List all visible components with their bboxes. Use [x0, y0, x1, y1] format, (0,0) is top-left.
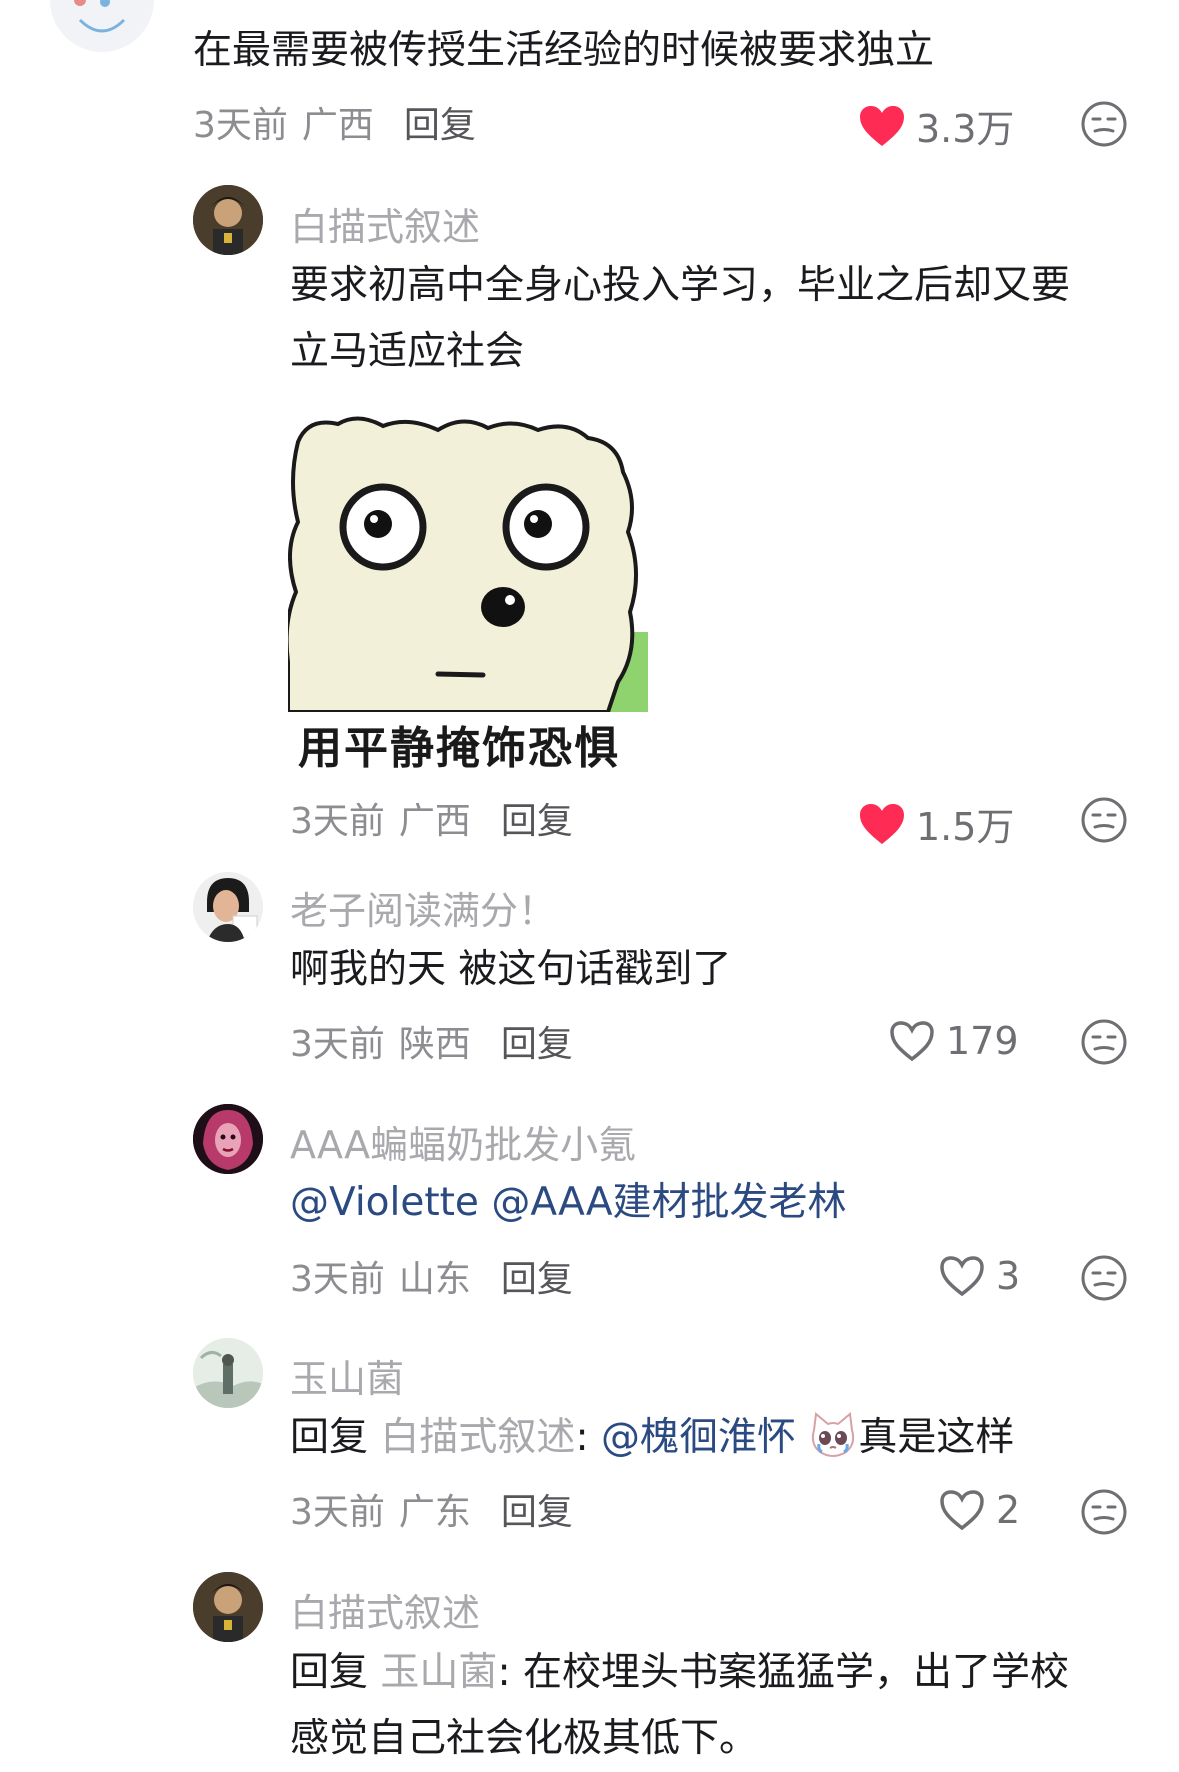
reply-button[interactable]: 回复	[501, 1259, 573, 1300]
comment-text-after: 真是这样	[858, 1415, 1015, 1460]
comment-text: 感觉自己社会化极其低下。	[290, 1716, 759, 1761]
comment-text: 啊我的天 被这句话戳到了	[290, 947, 732, 992]
dislike-face-icon[interactable]	[1080, 1488, 1128, 1536]
dislike-face-icon[interactable]	[1080, 1254, 1128, 1302]
comment-username[interactable]: AAA蝙蝠奶批发小氪	[290, 1114, 636, 1169]
reply-to-username[interactable]: 白描式叙述	[380, 1415, 575, 1460]
like-button[interactable]: 2	[938, 1488, 1020, 1532]
comment-meta: 3天前 山东 回复	[290, 1250, 573, 1302]
comment-time: 3天前	[193, 105, 288, 146]
reply-button[interactable]: 回复	[501, 1024, 573, 1065]
mention-link[interactable]: @槐徊淮怀	[601, 1415, 796, 1460]
sticker-image[interactable]: 用平静掩饰恐惧	[284, 412, 648, 774]
comment-username[interactable]: 老子阅读满分！	[290, 880, 556, 935]
comment-time: 3天前	[290, 801, 385, 842]
heart-outline-icon	[940, 1256, 984, 1297]
comment-time: 3天前	[290, 1492, 385, 1533]
like-button[interactable]: 3.3万	[858, 98, 1014, 153]
like-count: 3	[996, 1254, 1021, 1298]
avatar[interactable]	[193, 185, 263, 255]
avatar[interactable]	[193, 872, 263, 942]
mention-link[interactable]: @Violette	[290, 1180, 479, 1225]
heart-filled-icon	[860, 105, 904, 146]
comment-text: 要求初高中全身心投入学习，毕业之后却又要	[290, 263, 1071, 308]
heart-filled-icon	[860, 803, 904, 844]
reply-to-username[interactable]: 玉山菌	[380, 1650, 497, 1695]
avatar[interactable]	[193, 1104, 263, 1174]
dislike-face-icon[interactable]	[1080, 100, 1128, 148]
comment-time: 3天前	[290, 1259, 385, 1300]
comment-region: 广西	[301, 105, 374, 146]
avatar[interactable]	[193, 1338, 263, 1408]
reply-button[interactable]: 回复	[404, 105, 476, 146]
like-count: 3.3万	[916, 107, 1015, 151]
reply-button[interactable]: 回复	[501, 801, 573, 842]
comment-text: 回复 玉山菌: 在校埋头书案猛猛学，出了学校	[290, 1640, 1069, 1706]
like-count: 1.5万	[916, 805, 1015, 849]
heart-outline-icon	[890, 1021, 934, 1062]
comment-region: 广东	[398, 1492, 471, 1533]
like-button[interactable]: 1.5万	[858, 796, 1014, 851]
sticker-face	[284, 416, 648, 714]
comment-meta: 3天前 广东 回复	[290, 1483, 573, 1535]
reply-prefix: 回复	[290, 1650, 369, 1695]
comment-username[interactable]: 白描式叙述	[290, 196, 480, 251]
comment-text: 立马适应社会	[290, 329, 525, 374]
crying-cat-emoji-icon	[812, 1412, 855, 1457]
reply-button[interactable]: 回复	[501, 1492, 573, 1533]
comment-text-line1: 在校埋头书案猛猛学，出了学校	[522, 1650, 1069, 1695]
comment-username[interactable]: 白描式叙述	[290, 1582, 480, 1637]
comment-time: 3天前	[290, 1024, 385, 1065]
comment-meta: 3天前 广西 回复	[193, 96, 476, 148]
dislike-face-icon[interactable]	[1080, 1018, 1128, 1066]
comment-text: 回复 白描式叙述: @槐徊淮怀 真是这样	[290, 1405, 1014, 1471]
comment-meta: 3天前 广西 回复	[290, 792, 573, 844]
reply-prefix: 回复	[290, 1415, 369, 1460]
comment-meta: 3天前 陕西 回复	[290, 1015, 573, 1067]
like-count: 2	[996, 1488, 1021, 1532]
dislike-face-icon[interactable]	[1080, 796, 1128, 844]
comment-text: @Violette @AAA建材批发老林	[290, 1170, 847, 1236]
mention-link[interactable]: @AAA建材批发老林	[491, 1180, 846, 1225]
comment-region: 陕西	[398, 1024, 471, 1065]
comment-username[interactable]: 玉山菌	[290, 1348, 404, 1403]
comment-region: 广西	[398, 801, 471, 842]
avatar[interactable]	[50, 0, 154, 52]
like-button[interactable]: 3	[938, 1254, 1020, 1298]
comment-text: 在最需要被传授生活经验的时候被要求独立	[193, 28, 935, 73]
comment-region: 山东	[398, 1259, 471, 1300]
like-button[interactable]: 179	[888, 1019, 1019, 1063]
reply-colon: :	[575, 1415, 589, 1460]
sticker-caption: 用平静掩饰恐惧	[298, 723, 620, 774]
like-count: 179	[946, 1019, 1019, 1063]
heart-outline-icon	[940, 1490, 984, 1531]
avatar[interactable]	[193, 1572, 263, 1642]
reply-colon: :	[497, 1650, 511, 1695]
